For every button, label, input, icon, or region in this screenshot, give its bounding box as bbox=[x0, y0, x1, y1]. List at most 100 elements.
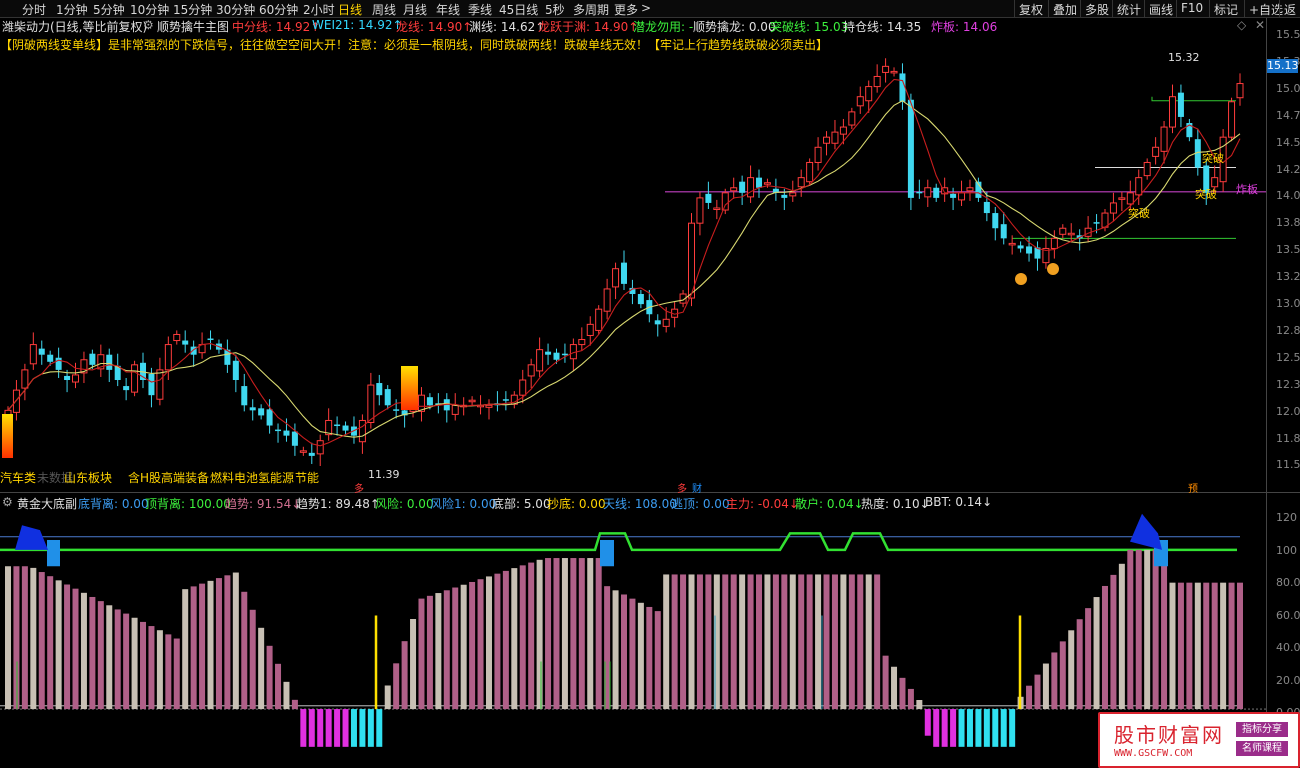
sector-tag[interactable]: 燃料电池 bbox=[210, 469, 258, 486]
trend-bar bbox=[772, 574, 779, 710]
candle-body bbox=[797, 177, 805, 188]
sector-tag[interactable]: 汽车类 bbox=[0, 469, 36, 486]
trend-bar bbox=[443, 590, 450, 710]
sector-tag[interactable]: 山东板块 bbox=[64, 469, 112, 486]
trend-bar bbox=[1220, 582, 1227, 710]
buy-signal-icon bbox=[1047, 263, 1059, 275]
trend-bar bbox=[874, 574, 881, 710]
trend-bar bbox=[325, 709, 332, 747]
trend-bar bbox=[688, 574, 695, 710]
trend-bar bbox=[334, 709, 341, 747]
sector-tag[interactable]: 高端装备 bbox=[161, 469, 209, 486]
y-axis-label: 80.0 bbox=[1276, 576, 1300, 589]
candle-body bbox=[89, 353, 96, 365]
candle-body bbox=[156, 369, 164, 400]
trend-bar bbox=[1034, 674, 1041, 710]
trend-bar bbox=[941, 709, 948, 747]
indicator-label: 趋势1: 89.48 bbox=[296, 497, 370, 511]
trend-bar bbox=[587, 558, 594, 710]
trend-bar bbox=[1186, 582, 1193, 710]
candle-body bbox=[1059, 227, 1067, 235]
current-price-tag: 15.13 bbox=[1267, 59, 1299, 73]
price-chart[interactable] bbox=[0, 0, 1300, 768]
trend-bar bbox=[156, 630, 163, 710]
candle-body bbox=[1118, 197, 1126, 200]
trend-bar bbox=[393, 663, 400, 710]
trend-bar bbox=[536, 559, 543, 710]
candle-body bbox=[38, 348, 45, 355]
trend-bar bbox=[258, 627, 265, 710]
trend-bar bbox=[241, 591, 248, 710]
trend-bar bbox=[907, 688, 914, 710]
candle-body bbox=[249, 407, 256, 411]
signal-marker: 预 bbox=[1188, 484, 1198, 495]
trend-bar bbox=[1237, 582, 1243, 710]
sub-chart-name[interactable]: 黄金大底副 bbox=[17, 495, 77, 512]
breakout-label: 突破 bbox=[1195, 188, 1217, 201]
top-signal-box bbox=[47, 539, 60, 567]
candle-body bbox=[747, 177, 755, 198]
candle-body bbox=[873, 75, 881, 88]
candle-body bbox=[232, 360, 239, 380]
candle-body bbox=[72, 374, 80, 383]
candle-body bbox=[123, 386, 130, 391]
trend-bar bbox=[848, 574, 855, 710]
trend-bar bbox=[1101, 585, 1108, 710]
trend-bar bbox=[165, 634, 172, 710]
trend-bar bbox=[21, 566, 28, 710]
trend-bar bbox=[891, 666, 898, 710]
trend-bar bbox=[1194, 582, 1201, 710]
candle-body bbox=[468, 399, 476, 403]
candle-body bbox=[595, 308, 603, 331]
trend-bar bbox=[72, 588, 79, 710]
candle-body bbox=[637, 294, 644, 305]
candle-body bbox=[502, 399, 509, 401]
trend-bar bbox=[1127, 549, 1134, 710]
trend-bar bbox=[140, 621, 147, 710]
candle-body bbox=[586, 323, 594, 336]
indicator-value: BBT: 0.14↓ bbox=[925, 495, 992, 509]
trend-bar bbox=[612, 590, 619, 710]
trend-bar bbox=[47, 576, 54, 710]
trend-bar bbox=[485, 576, 492, 710]
candle-body bbox=[367, 384, 375, 423]
trend-bar bbox=[629, 598, 636, 710]
candle-body bbox=[275, 429, 282, 432]
trend-bar bbox=[680, 574, 687, 710]
trend-bar bbox=[992, 709, 999, 747]
candle-body bbox=[55, 357, 62, 370]
trend-bar bbox=[950, 709, 957, 747]
candle-body bbox=[164, 344, 172, 371]
trend-bar bbox=[1059, 641, 1066, 710]
trend-bar bbox=[570, 558, 577, 710]
y-axis-label: 12.8 bbox=[1276, 323, 1300, 337]
indicator-label: 抄底: 0.00 bbox=[547, 497, 606, 511]
candle-body bbox=[393, 409, 400, 411]
candle-body bbox=[536, 349, 544, 372]
trend-bar bbox=[654, 611, 661, 710]
indicator-label: 顶背离: 100.00 bbox=[145, 497, 231, 511]
candle-body bbox=[882, 65, 890, 73]
candle-body bbox=[696, 197, 704, 224]
sector-tag[interactable]: 含H股 bbox=[128, 469, 161, 486]
indicator-label: 主力: -0.04 bbox=[726, 497, 789, 511]
sector-tag[interactable]: 氢能源 bbox=[258, 469, 294, 486]
trend-bar bbox=[933, 709, 940, 747]
watermark-logo: 股市财富网 WWW.GSCFW.COM 指标分享 名师课程 bbox=[1098, 712, 1300, 768]
candle-body bbox=[342, 425, 349, 431]
candle-body bbox=[1109, 202, 1117, 214]
candle-body bbox=[291, 431, 298, 446]
candle-body bbox=[1026, 246, 1033, 254]
candle-body bbox=[527, 364, 535, 377]
candle-body bbox=[1017, 245, 1024, 249]
low-price-label: 11.39 bbox=[368, 468, 400, 481]
signal-marker: 多 bbox=[354, 484, 364, 495]
peak-marker bbox=[15, 525, 48, 550]
indicator-label: 热度: 0.10 bbox=[861, 497, 920, 511]
candle-body bbox=[1228, 101, 1236, 138]
trend-bar bbox=[924, 709, 931, 736]
y-axis-label: 100 bbox=[1276, 543, 1297, 557]
settings-gear-icon[interactable]: ⚙ bbox=[2, 495, 13, 509]
candle-body bbox=[823, 136, 831, 144]
sector-tag[interactable]: 节能 bbox=[295, 469, 319, 486]
